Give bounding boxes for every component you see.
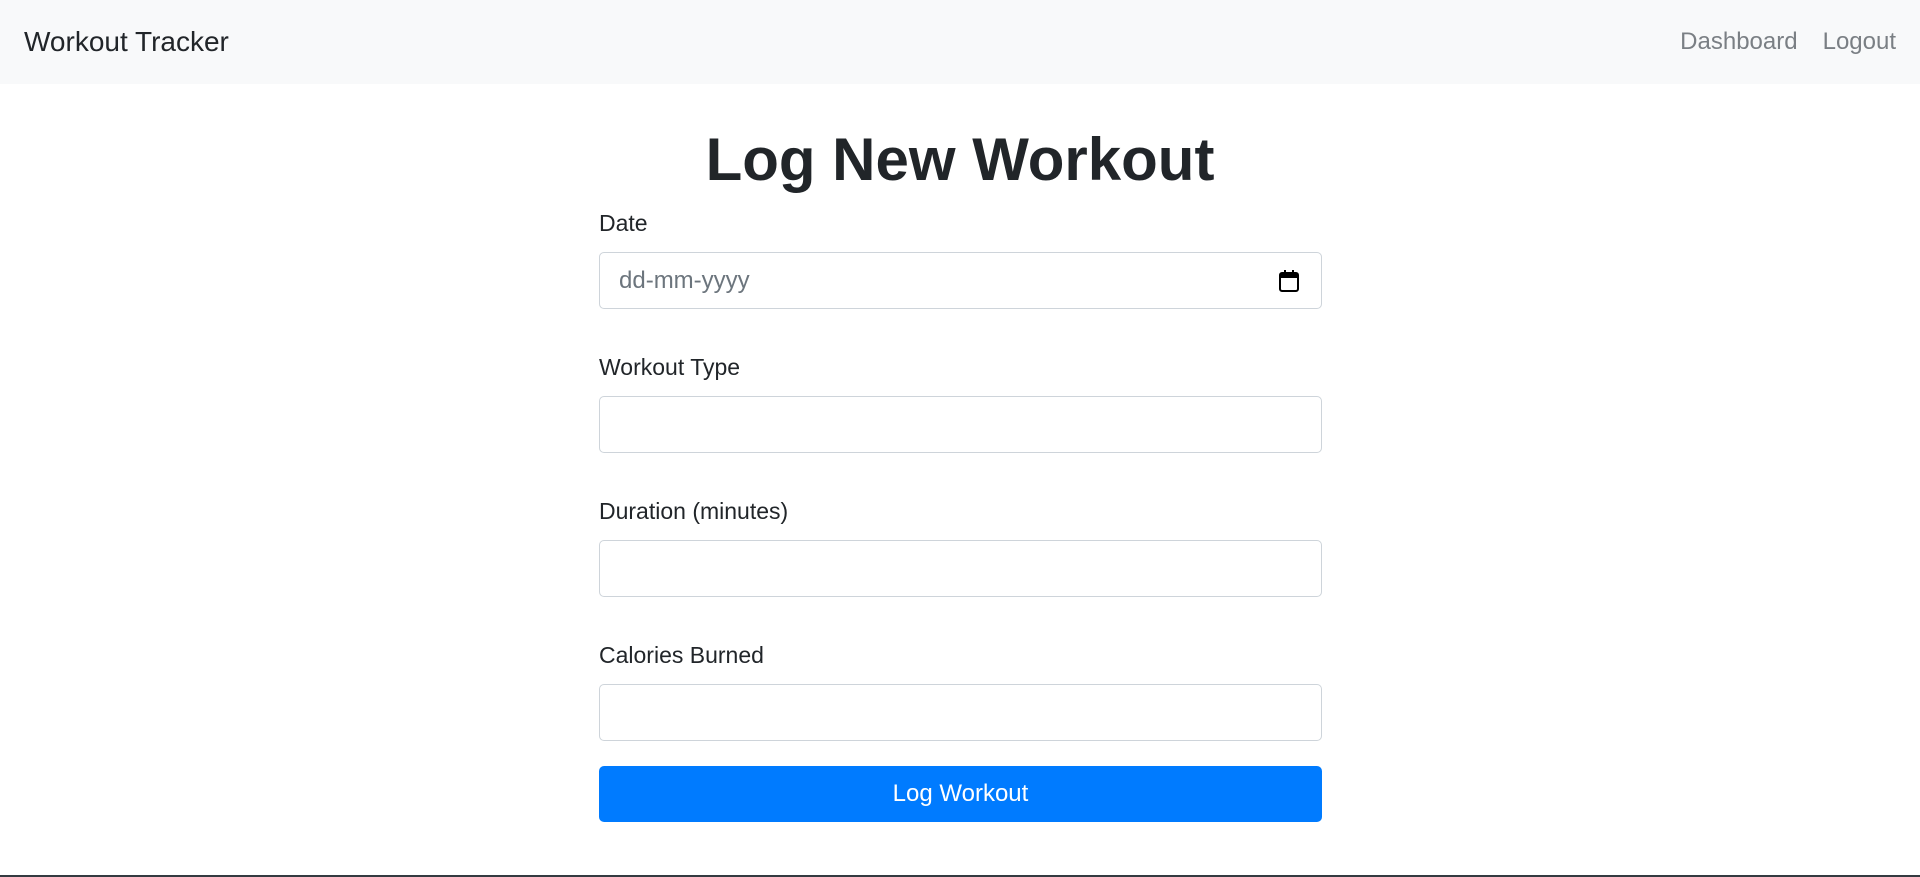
calories-label: Calories Burned <box>599 642 764 668</box>
duration-field-box <box>599 540 1322 597</box>
brand-link[interactable]: Workout Tracker <box>24 26 229 58</box>
duration-group: Duration (minutes) <box>599 495 1322 597</box>
workout-type-group: Workout Type <box>599 351 1322 453</box>
log-workout-form: Date Workout Type Duration (minutes) Cal… <box>599 207 1322 822</box>
nav-link-logout[interactable]: Logout <box>1823 28 1896 56</box>
nav-link-dashboard[interactable]: Dashboard <box>1680 28 1797 56</box>
nav-links: Dashboard Logout <box>1680 28 1896 56</box>
workout-type-input[interactable] <box>600 397 1321 452</box>
calories-input[interactable] <box>600 685 1321 740</box>
calendar-icon[interactable] <box>1278 269 1300 293</box>
date-field-box <box>599 252 1322 309</box>
duration-label: Duration (minutes) <box>599 498 789 524</box>
workout-type-label: Workout Type <box>599 354 741 380</box>
page-title: Log New Workout <box>705 126 1215 193</box>
log-workout-button[interactable]: Log Workout <box>599 766 1322 822</box>
date-label: Date <box>599 210 648 236</box>
date-input[interactable] <box>600 253 1321 308</box>
navbar: Workout Tracker Dashboard Logout <box>0 0 1920 84</box>
date-group: Date <box>599 207 1322 309</box>
duration-input[interactable] <box>600 541 1321 596</box>
calories-field-box <box>599 684 1322 741</box>
workout-type-field-box <box>599 396 1322 453</box>
calories-group: Calories Burned <box>599 639 1322 741</box>
